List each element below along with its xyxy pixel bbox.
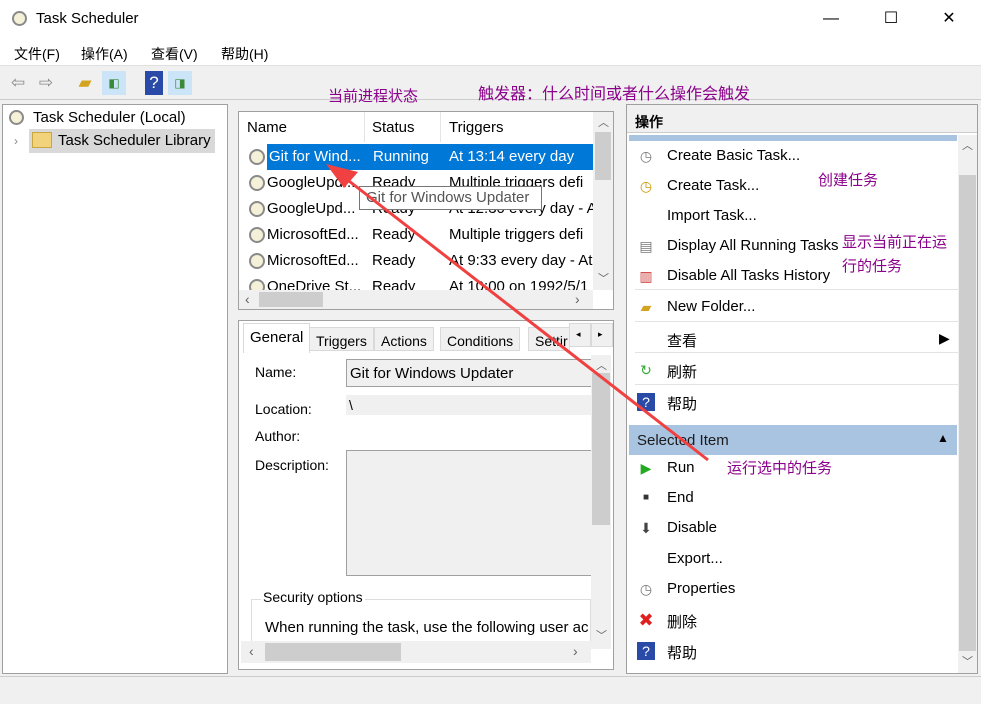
arrow-line: [339, 172, 709, 462]
annotation-arrow: [326, 164, 709, 462]
